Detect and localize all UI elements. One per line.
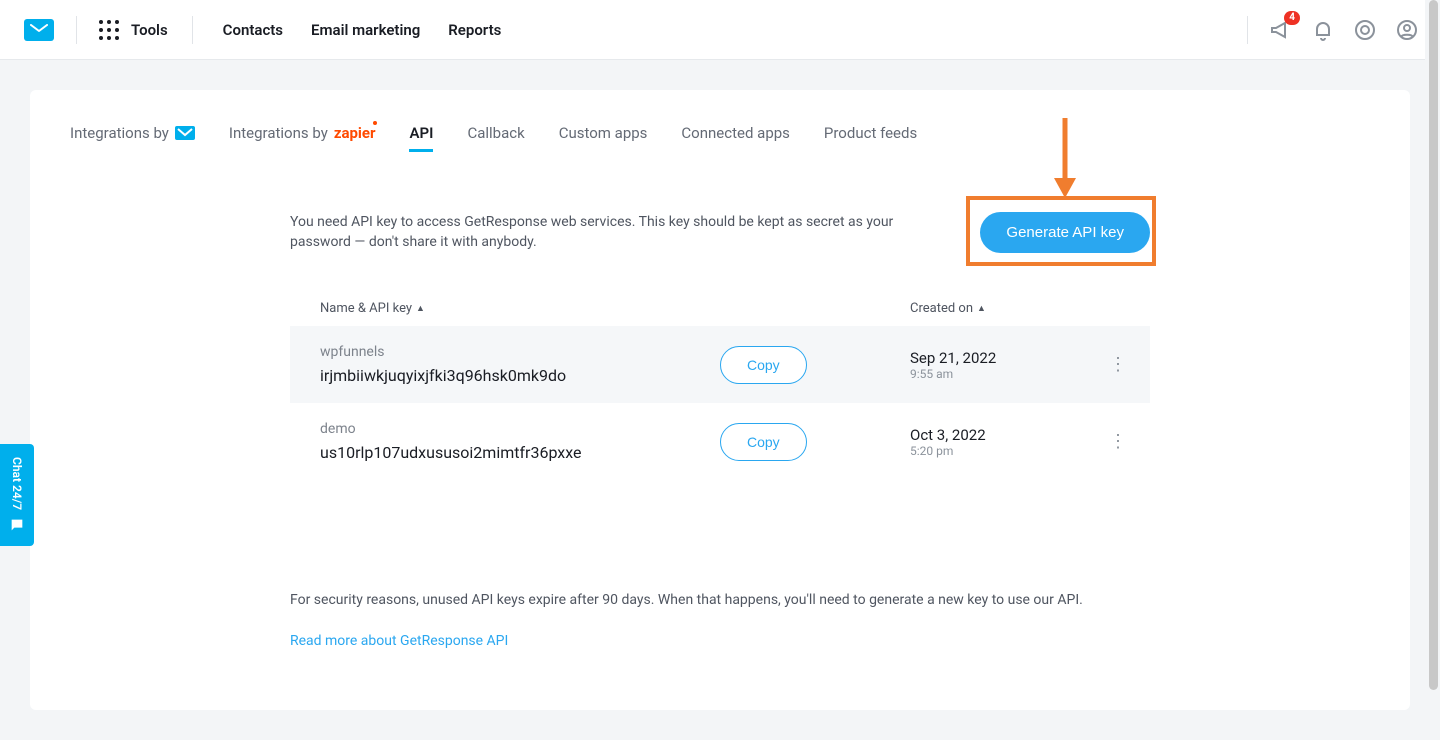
key-name: demo <box>320 421 720 437</box>
nav-divider <box>1247 16 1248 44</box>
table-row: wpfunnels irjmbiiwkjuqyixjfki3q96hsk0mk9… <box>290 326 1150 403</box>
vertical-scrollbar[interactable] <box>1425 0 1440 738</box>
tab-product-feeds[interactable]: Product feeds <box>824 124 917 152</box>
row-actions-button[interactable]: ⋮ <box>1098 431 1138 452</box>
notifications-button[interactable] <box>1310 17 1336 43</box>
generate-api-key-button[interactable]: Generate API key <box>980 212 1150 253</box>
tab-api[interactable]: API <box>409 124 433 152</box>
top-nav-links: Contacts Email marketing Reports <box>223 21 502 39</box>
scrollbar-thumb[interactable] <box>1429 0 1438 690</box>
apps-grid-icon <box>99 20 119 40</box>
cell-name: wpfunnels irjmbiiwkjuqyixjfki3q96hsk0mk9… <box>320 344 720 385</box>
top-nav: Tools Contacts Email marketing Reports 4 <box>0 0 1440 60</box>
nav-divider <box>76 16 77 44</box>
table-row: demo us10rlp107udxususoi2mimtfr36pxxe Co… <box>290 403 1150 480</box>
created-date: Sep 21, 2022 <box>910 349 1098 367</box>
tab-connected-apps[interactable]: Connected apps <box>681 124 789 152</box>
read-more-link[interactable]: Read more about GetResponse API <box>290 633 508 649</box>
top-nav-right: 4 <box>1247 16 1420 44</box>
account-button[interactable] <box>1394 17 1420 43</box>
column-header-name[interactable]: Name & API key ▲ <box>320 301 910 316</box>
sort-asc-icon: ▲ <box>977 303 986 314</box>
tab-custom-apps[interactable]: Custom apps <box>559 124 648 152</box>
tab-label-prefix: Integrations by <box>229 124 328 142</box>
envelope-icon <box>30 24 48 36</box>
tab-label: Integrations by <box>70 124 169 142</box>
kebab-icon: ⋮ <box>1109 431 1127 452</box>
column-header-created[interactable]: Created on ▲ <box>910 301 986 316</box>
created-date: Oct 3, 2022 <box>910 426 1098 444</box>
table-header: Name & API key ▲ Created on ▲ <box>290 301 1150 326</box>
generate-wrap: Generate API key <box>980 212 1150 253</box>
key-value: us10rlp107udxususoi2mimtfr36pxxe <box>320 443 720 462</box>
tab-integrations-by-zapier[interactable]: Integrations by zapier <box>229 124 376 152</box>
cell-date: Sep 21, 2022 9:55 am <box>910 349 1098 381</box>
kebab-icon: ⋮ <box>1109 354 1127 375</box>
integrations-card: Integrations by Integrations by zapier A… <box>30 90 1410 710</box>
chat-side-tab[interactable]: Chat 24/7 <box>0 444 34 546</box>
chat-icon <box>9 517 25 533</box>
sort-asc-icon: ▲ <box>416 303 425 314</box>
tools-label: Tools <box>131 21 168 39</box>
integrations-tabs: Integrations by Integrations by zapier A… <box>70 124 1370 152</box>
cell-copy: Copy <box>720 423 910 461</box>
tab-integrations-by-brand[interactable]: Integrations by <box>70 124 195 152</box>
cell-name: demo us10rlp107udxususoi2mimtfr36pxxe <box>320 421 720 462</box>
created-time: 5:20 pm <box>910 444 1098 458</box>
brand-logo[interactable] <box>24 19 54 41</box>
lifebuoy-icon <box>1353 18 1377 42</box>
cell-date: Oct 3, 2022 5:20 pm <box>910 426 1098 458</box>
row-actions-button[interactable]: ⋮ <box>1098 354 1138 375</box>
nav-link-reports[interactable]: Reports <box>448 21 501 39</box>
intro-row: You need API key to access GetResponse w… <box>290 212 1150 253</box>
copy-button[interactable]: Copy <box>720 423 807 461</box>
bell-icon <box>1311 18 1335 42</box>
nav-divider <box>192 16 193 44</box>
zapier-logo-text: zapier <box>334 124 376 142</box>
api-content: You need API key to access GetResponse w… <box>280 212 1160 649</box>
cell-copy: Copy <box>720 346 910 384</box>
nav-link-email-marketing[interactable]: Email marketing <box>311 21 420 39</box>
key-value: irjmbiiwkjuqyixjfki3q96hsk0mk9do <box>320 366 720 385</box>
nav-link-contacts[interactable]: Contacts <box>223 21 283 39</box>
help-button[interactable] <box>1352 17 1378 43</box>
created-time: 9:55 am <box>910 367 1098 381</box>
tab-callback[interactable]: Callback <box>467 124 524 152</box>
tools-menu[interactable]: Tools <box>99 20 168 40</box>
envelope-icon <box>175 126 195 140</box>
footer-note: For security reasons, unused API keys ex… <box>290 590 1090 611</box>
notification-badge: 4 <box>1284 11 1300 25</box>
chat-label: Chat 24/7 <box>10 457 24 510</box>
key-name: wpfunnels <box>320 344 720 360</box>
page-body: Integrations by Integrations by zapier A… <box>0 60 1440 740</box>
copy-button[interactable]: Copy <box>720 346 807 384</box>
intro-text: You need API key to access GetResponse w… <box>290 212 910 253</box>
user-circle-icon <box>1395 18 1419 42</box>
announcements-button[interactable]: 4 <box>1268 17 1294 43</box>
